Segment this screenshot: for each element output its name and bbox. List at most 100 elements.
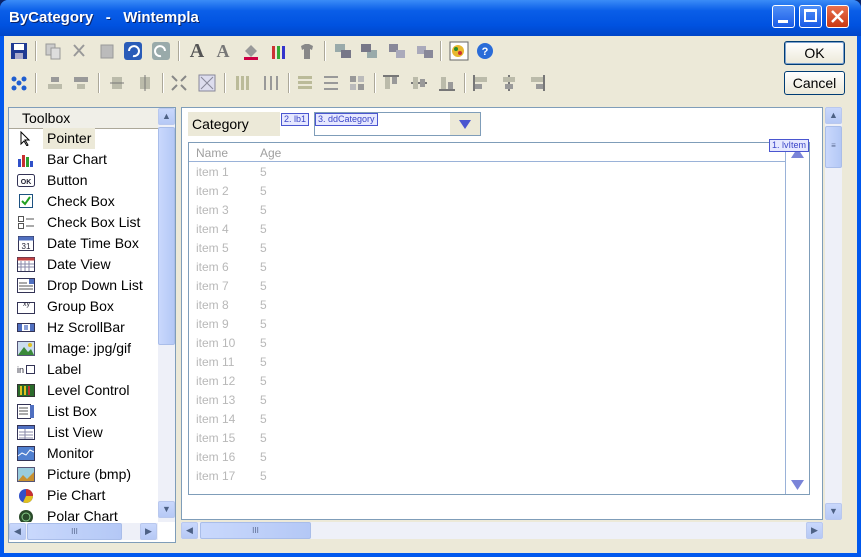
toolbox-item-drop-down-list[interactable]: Drop Down List [9,275,157,296]
toolbox-item-label[interactable]: in Label [9,359,157,380]
space-vertical-even-icon[interactable] [320,72,342,94]
shrink-icon[interactable] [168,72,190,94]
toolbox-hscroll-thumb[interactable]: III [27,523,122,540]
list-row[interactable]: item 11 5 [189,352,786,371]
align-center-icon[interactable] [498,72,520,94]
toolbox-vertical-scrollbar[interactable]: ▲ ▼ [158,108,175,522]
toolbox-item-list-view[interactable]: List View [9,422,157,443]
list-row[interactable]: item 3 5 [189,200,786,219]
column-header-age[interactable]: Age [260,146,281,160]
palette-icon[interactable] [448,40,470,62]
ok-button[interactable]: OK [784,41,845,65]
center-horizontal-icon[interactable] [44,72,66,94]
redo-icon[interactable] [150,40,172,62]
close-button[interactable] [826,5,849,28]
list-row[interactable]: item 2 5 [189,181,786,200]
scroll-down-icon[interactable]: ▼ [158,501,175,518]
toolbox-item-date-view[interactable]: Date View [9,254,157,275]
list-scroll-down-icon[interactable] [790,479,805,491]
font-icon[interactable]: A [186,40,208,62]
space-even-icon[interactable] [260,72,282,94]
toolbox-scroll-thumb[interactable] [158,127,175,345]
scroll-left-icon[interactable]: ◀ [9,523,26,540]
list-row[interactable]: item 9 5 [189,314,786,333]
toolbox-item-pointer[interactable]: Pointer [9,128,157,149]
paste-icon[interactable] [96,40,118,62]
group-icon[interactable] [386,40,408,62]
list-row[interactable]: item 1 5 [189,162,786,181]
toolbox-item-check-box[interactable]: Check Box [9,191,157,212]
toolbox-item-bar-chart[interactable]: Bar Chart [9,149,157,170]
undo-icon[interactable] [122,40,144,62]
font-color-icon[interactable]: A [212,40,234,62]
design-canvas[interactable]: Category 2. lb1 3. ddCategory Name Age i… [181,107,823,520]
design-vscroll-thumb[interactable]: ≡ [825,126,842,168]
toolbox-item-button[interactable]: OK Button [9,170,157,191]
design-scroll-up-icon[interactable]: ▲ [825,107,842,124]
space-vertical-icon[interactable] [294,72,316,94]
list-row[interactable]: item 12 5 [189,371,786,390]
toolbox-item-group-box[interactable]: xy Group Box [9,296,157,317]
expand-icon[interactable] [196,72,218,94]
design-vertical-scrollbar[interactable]: ▲ ≡ ▼ [825,107,842,520]
fill-color-icon[interactable] [240,40,262,62]
toolbox-item-picture[interactable]: Picture (bmp) [9,464,157,485]
toolbox-item-pie-chart[interactable]: Pie Chart [9,485,157,506]
toolbox-item-hz-scrollbar[interactable]: Hz ScrollBar [9,317,157,338]
toolbox-item-image[interactable]: Image: jpg/gif [9,338,157,359]
design-scroll-down-icon[interactable]: ▼ [825,503,842,520]
list-row[interactable]: item 16 5 [189,447,786,466]
center-vertical-icon[interactable] [70,72,92,94]
space-horizontal-icon[interactable] [232,72,254,94]
list-row[interactable]: item 6 5 [189,257,786,276]
list-row[interactable]: item 14 5 [189,409,786,428]
list-row[interactable]: item 13 5 [189,390,786,409]
ungroup-icon[interactable] [414,40,436,62]
align-top-icon[interactable] [380,72,402,94]
list-row[interactable]: item 8 5 [189,295,786,314]
help-icon[interactable]: ? [474,40,496,62]
toolbox-item-level-control[interactable]: Level Control [9,380,157,401]
item-list-view[interactable]: Name Age item 1 5 item 2 5 item 3 5 item 4 5 ite… [188,139,810,495]
bring-front-icon[interactable] [332,40,354,62]
scroll-up-icon[interactable]: ▲ [158,108,175,125]
toolbox-item-list-box[interactable]: List Box [9,401,157,422]
maximize-button[interactable] [799,5,822,28]
design-hscroll-thumb[interactable]: III [200,522,311,539]
dropdown-arrow-icon[interactable] [450,113,480,135]
toolbox-item-check-box-list[interactable]: Check Box List [9,212,157,233]
title-bar[interactable]: ByCategory - Wintempla [0,0,861,36]
list-row[interactable]: item 15 5 [189,428,786,447]
cancel-button[interactable]: Cancel [784,71,845,95]
save-icon[interactable] [8,40,30,62]
toolbox-item-date-time-box[interactable]: 31 Date Time Box [9,233,157,254]
align-right-icon[interactable] [526,72,548,94]
column-header-name[interactable]: Name [196,146,228,160]
toolbox-item-polar-chart[interactable]: Polar Chart [9,506,157,522]
same-width-icon[interactable] [106,72,128,94]
layout-icon[interactable] [8,72,30,94]
design-scroll-left-icon[interactable]: ◀ [181,522,198,539]
copy-icon[interactable] [42,40,64,62]
shirt-icon[interactable] [296,40,318,62]
list-view-scrollbar[interactable] [785,143,809,494]
toolbox-horizontal-scrollbar[interactable]: ◀ III ▶ [9,523,158,540]
list-row[interactable]: item 4 5 [189,219,786,238]
cut-icon[interactable] [68,40,90,62]
list-row[interactable]: item 7 5 [189,276,786,295]
toolbox-item-monitor[interactable]: Monitor [9,443,157,464]
align-bottom-icon[interactable] [436,72,458,94]
align-left-icon[interactable] [470,72,492,94]
pencils-icon[interactable] [268,40,290,62]
align-middle-icon[interactable] [408,72,430,94]
scroll-right-icon[interactable]: ▶ [140,523,157,540]
tile-icon[interactable] [346,72,368,94]
send-back-icon[interactable] [358,40,380,62]
list-row[interactable]: item 10 5 [189,333,786,352]
same-height-icon[interactable] [134,72,156,94]
category-label[interactable]: Category [188,112,280,136]
design-scroll-right-icon[interactable]: ▶ [806,522,823,539]
list-row[interactable]: item 5 5 [189,238,786,257]
minimize-button[interactable] [772,5,795,28]
list-row[interactable]: item 17 5 [189,466,786,485]
